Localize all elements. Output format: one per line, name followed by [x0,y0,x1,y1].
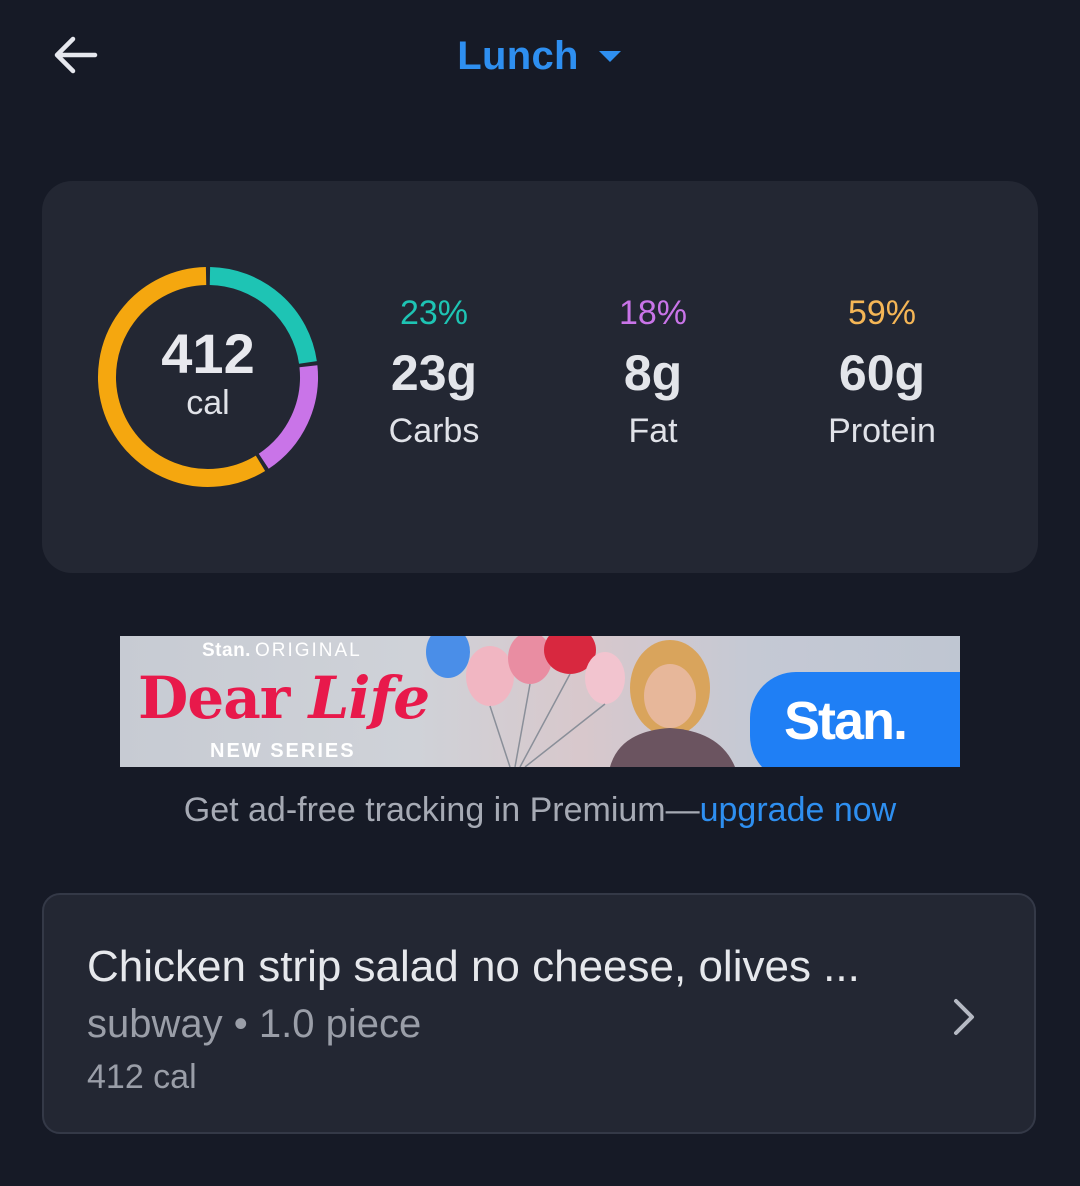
premium-upsell: Get ad-free tracking in Premium—upgrade … [0,788,1080,832]
macro-protein: 59% 60g Protein [782,291,982,453]
chevron-right-icon [944,995,984,1039]
calorie-total: 412 [161,322,255,385]
meal-title: Lunch [457,33,579,78]
ad-brand-small: Stan. ORIGINAL [202,640,362,662]
caret-down-icon [598,51,621,62]
food-entry-item[interactable]: Chicken strip salad no cheese, olives ..… [42,893,1036,1134]
carbs-label: Carbs [388,412,480,450]
calorie-ring: 412 cal [96,265,320,489]
protein-grams: 60g [838,345,926,401]
ad-subtitle: NEW SERIES [210,740,356,762]
fat-percent: 18% [618,294,688,332]
food-calories: 412 cal [87,1058,197,1096]
calorie-unit: cal [186,384,230,422]
upgrade-link[interactable]: upgrade now [700,791,897,829]
meal-selector-dropdown[interactable]: Lunch [0,28,1080,84]
macro-summary-card: 412 cal 23% 23g Carbs 18% 8g Fat 59% 60g… [42,181,1038,573]
protein-label: Protein [828,412,936,450]
fat-label: Fat [628,412,678,450]
ad-title-part1: Dear [138,664,309,732]
meal-detail-screen: Lunch 412 cal 23% 23g Carbs 18% 8g Fat 5… [0,0,1080,1186]
macro-fat: 18% 8g Fat [553,291,753,453]
ad-woman-image [610,640,735,767]
carbs-percent: 23% [399,294,469,332]
fat-grams: 8g [623,345,683,401]
macro-carbs: 23% 23g Carbs [334,291,534,453]
ad-banner[interactable]: Stan. ORIGINAL Dear Life NEW SERIES Stan. [120,636,960,767]
food-brand-serving: subway • 1.0 piece [87,1002,422,1046]
protein-percent: 59% [847,294,917,332]
header: Lunch [0,0,1080,112]
ad-brand-tag: ORIGINAL [254,640,362,661]
food-name: Chicken strip salad no cheese, olives ..… [87,942,860,991]
ad-logo: Stan. [784,691,908,751]
ad-title-part2: Life [308,664,431,732]
premium-text: Get ad-free tracking in Premium— [183,791,700,829]
ad-brand-name: Stan. [202,640,251,661]
carbs-grams: 23g [390,345,478,401]
ad-title: Dear Life [138,664,431,732]
